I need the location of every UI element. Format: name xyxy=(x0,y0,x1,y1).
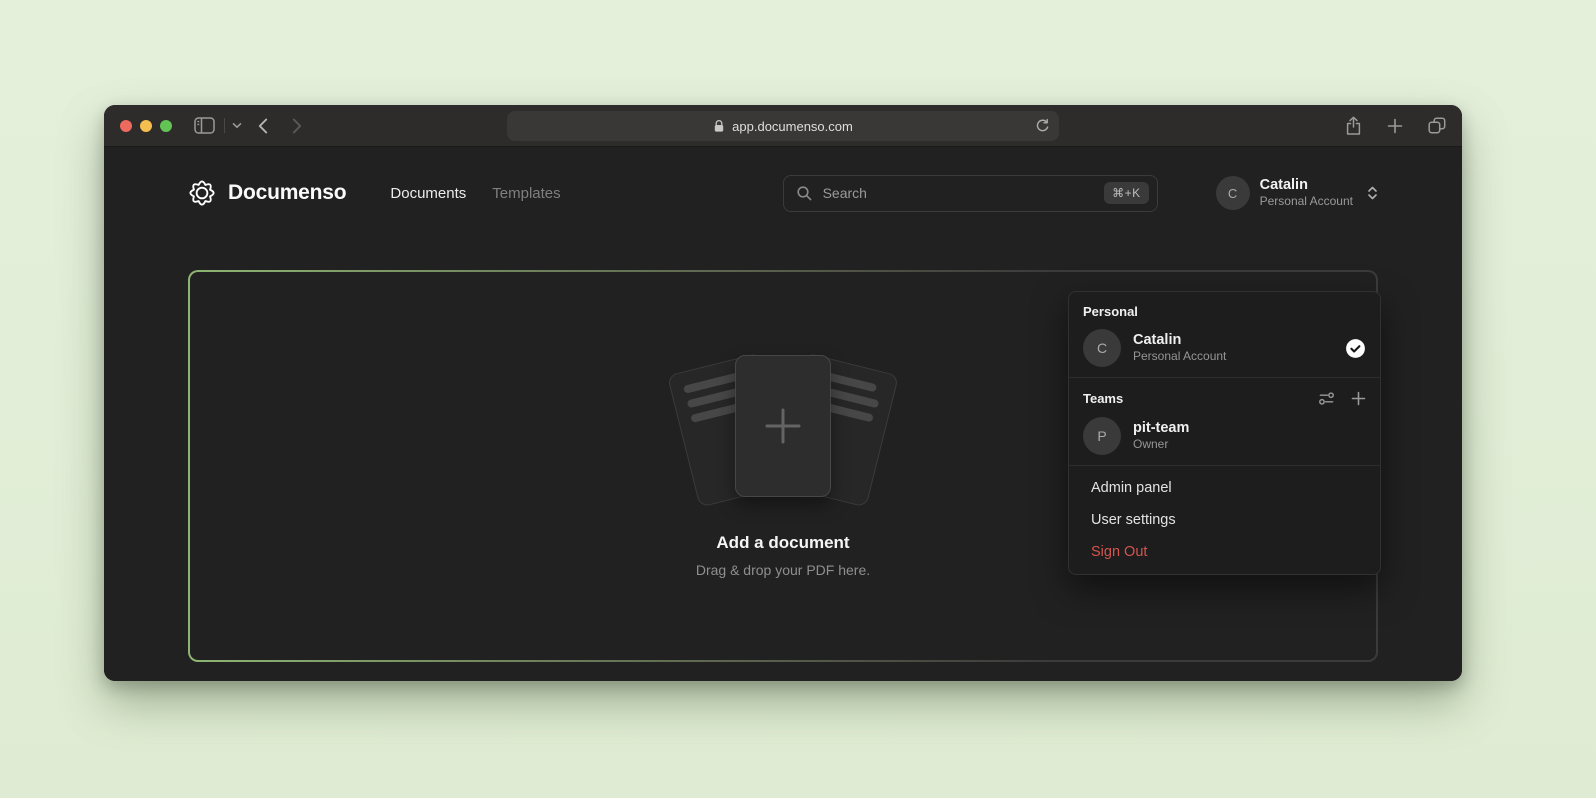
account-name: Catalin xyxy=(1260,177,1353,194)
team-role: Owner xyxy=(1133,437,1189,453)
personal-account-name: Catalin xyxy=(1133,332,1226,349)
url-text: app.documenso.com xyxy=(732,119,853,134)
brand[interactable]: Documenso xyxy=(188,179,346,207)
team-name: pit-team xyxy=(1133,420,1189,437)
menu-item-admin-panel[interactable]: Admin panel xyxy=(1069,472,1380,504)
browser-window: app.documenso.com xyxy=(104,105,1462,681)
avatar: C xyxy=(1216,176,1250,210)
add-team-icon[interactable] xyxy=(1351,390,1366,407)
dropzone-title: Add a document xyxy=(716,533,849,553)
avatar: C xyxy=(1083,329,1121,367)
window-close-button[interactable] xyxy=(120,120,132,132)
search-shortcut-badge: ⌘+K xyxy=(1104,182,1149,204)
share-icon[interactable] xyxy=(1345,116,1362,136)
search-placeholder: Search xyxy=(823,185,867,201)
menu-item-user-settings[interactable]: User settings xyxy=(1069,504,1380,536)
account-subtitle: Personal Account xyxy=(1260,194,1353,209)
forward-button-icon[interactable] xyxy=(292,118,302,134)
tab-overview-icon[interactable] xyxy=(1428,117,1446,134)
toolbar-divider xyxy=(224,118,225,133)
personal-account-subtitle: Personal Account xyxy=(1133,349,1226,365)
reload-icon[interactable] xyxy=(1035,118,1050,134)
personal-account-item[interactable]: C Catalin Personal Account xyxy=(1083,329,1366,367)
lock-icon xyxy=(713,119,725,133)
check-circle-icon xyxy=(1345,338,1366,359)
personal-section-label: Personal xyxy=(1083,304,1366,319)
teams-section: Teams xyxy=(1069,378,1380,465)
menu-actions: Admin panel User settings Sign Out xyxy=(1069,466,1380,574)
teams-section-label: Teams xyxy=(1083,391,1123,406)
chevron-up-down-icon xyxy=(1367,185,1378,201)
account-dropdown-menu: Personal C Catalin Personal Account xyxy=(1068,291,1381,575)
window-zoom-button[interactable] xyxy=(160,120,172,132)
dropzone-subtitle: Drag & drop your PDF here. xyxy=(696,562,870,578)
card-front xyxy=(735,355,831,497)
search-input[interactable]: Search ⌘+K xyxy=(783,175,1158,212)
brand-name: Documenso xyxy=(228,181,346,205)
menu-item-sign-out[interactable]: Sign Out xyxy=(1069,536,1380,568)
document-cards-illustration xyxy=(676,355,890,505)
sidebar-chevron-down-icon[interactable] xyxy=(232,122,242,129)
manage-teams-icon[interactable] xyxy=(1318,390,1335,407)
sidebar-toggle-icon[interactable] xyxy=(194,117,215,134)
new-tab-icon[interactable] xyxy=(1387,118,1403,134)
toolbar-right-actions xyxy=(1345,116,1446,136)
documenso-logo-icon xyxy=(188,179,216,207)
nav-templates[interactable]: Templates xyxy=(492,185,560,202)
back-button-icon[interactable] xyxy=(258,118,268,134)
search-icon xyxy=(796,185,813,202)
browser-toolbar: app.documenso.com xyxy=(104,105,1462,147)
team-item[interactable]: P pit-team Owner xyxy=(1083,417,1366,455)
traffic-lights xyxy=(120,120,172,132)
window-minimize-button[interactable] xyxy=(140,120,152,132)
plus-icon xyxy=(761,404,805,448)
app-header: Documenso Documents Templates Search ⌘+K xyxy=(104,173,1462,213)
app-content: Documenso Documents Templates Search ⌘+K xyxy=(104,173,1462,681)
personal-section: Personal C Catalin Personal Account xyxy=(1069,292,1380,377)
desktop-background: app.documenso.com xyxy=(0,0,1596,798)
address-bar[interactable]: app.documenso.com xyxy=(507,111,1059,141)
avatar: P xyxy=(1083,417,1121,455)
nav-documents[interactable]: Documents xyxy=(390,185,466,202)
main-nav: Documents Templates xyxy=(390,185,560,202)
account-menu-trigger[interactable]: C Catalin Personal Account xyxy=(1216,176,1378,210)
